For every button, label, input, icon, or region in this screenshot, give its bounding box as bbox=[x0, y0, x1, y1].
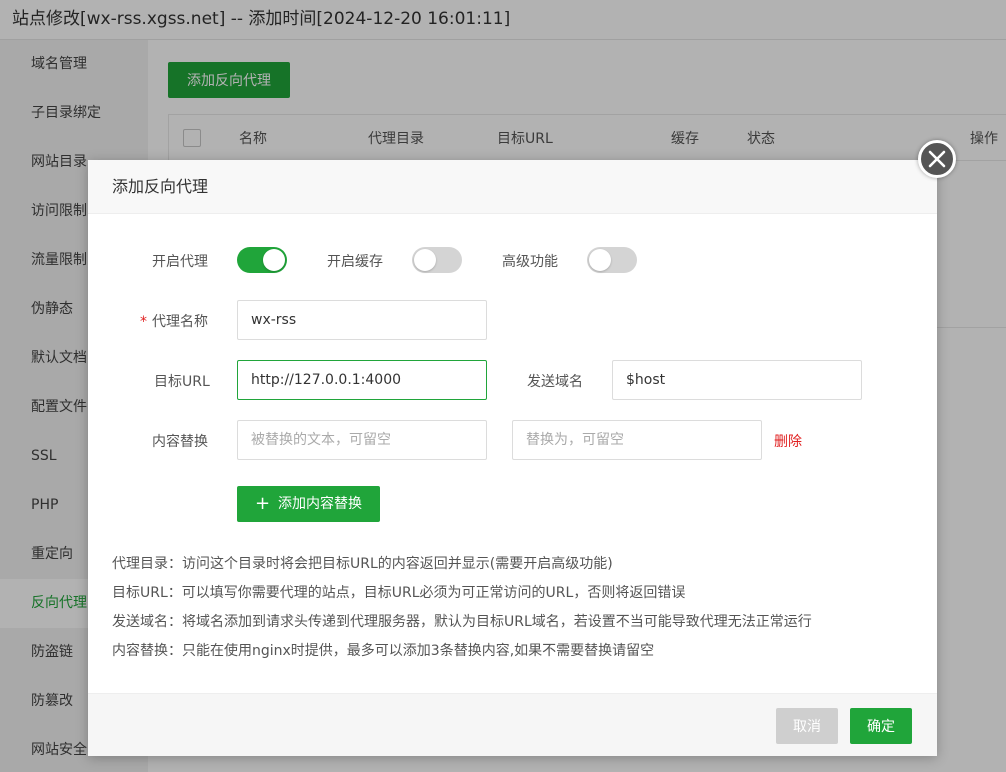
confirm-button[interactable]: 确定 bbox=[850, 708, 912, 744]
cache-toggle[interactable] bbox=[412, 247, 462, 273]
required-mark: * bbox=[140, 314, 147, 330]
cancel-button[interactable]: 取消 bbox=[776, 708, 838, 744]
close-dialog-button[interactable] bbox=[918, 140, 956, 178]
add-content-replace-label: 添加内容替换 bbox=[278, 496, 363, 512]
plus-icon: + bbox=[254, 493, 271, 514]
cache-toggle-label: 开启缓存 bbox=[327, 254, 383, 270]
target-url-label: 目标URL bbox=[154, 374, 210, 390]
app-window: 站点修改[wx-rss.xgss.net] -- 添加时间[2024-12-20… bbox=[0, 0, 1006, 772]
dialog-title: 添加反向代理 bbox=[88, 160, 937, 214]
add-reverse-proxy-dialog: 添加反向代理 开启代理 开启缓存 高级功能 * 代理名称 目标URL 发送域名 内… bbox=[88, 160, 937, 756]
help-line-send-domain: 发送域名：将域名添加到请求头传递到代理服务器，默认为目标URL域名，若设置不当可… bbox=[112, 614, 812, 630]
proxy-toggle[interactable] bbox=[237, 247, 287, 273]
send-domain-input[interactable] bbox=[612, 360, 862, 400]
proxy-name-label-text: 代理名称 bbox=[152, 314, 208, 330]
add-content-replace-button[interactable]: + 添加内容替换 bbox=[237, 486, 380, 522]
toggle-knob bbox=[414, 249, 436, 271]
help-line-target-url: 目标URL：可以填写你需要代理的站点，目标URL必须为可正常访问的URL，否则将… bbox=[112, 585, 686, 601]
proxy-name-input[interactable] bbox=[237, 300, 487, 340]
content-replace-label: 内容替换 bbox=[152, 434, 208, 450]
send-domain-label: 发送域名 bbox=[527, 374, 583, 390]
delete-replace-link[interactable]: 删除 bbox=[774, 431, 802, 451]
replace-find-input[interactable] bbox=[237, 420, 487, 460]
close-icon bbox=[928, 150, 946, 168]
toggle-knob bbox=[263, 249, 285, 271]
target-url-input[interactable] bbox=[237, 360, 487, 400]
toggle-knob bbox=[589, 249, 611, 271]
advanced-toggle[interactable] bbox=[587, 247, 637, 273]
help-text: 代理目录：访问这个目录时将会把目标URL的内容返回并显示(需要开启高级功能) 目… bbox=[112, 550, 812, 666]
proxy-name-label: * 代理名称 bbox=[140, 311, 208, 331]
advanced-toggle-label: 高级功能 bbox=[502, 254, 558, 270]
proxy-toggle-label: 开启代理 bbox=[152, 254, 208, 270]
replace-with-input[interactable] bbox=[512, 420, 762, 460]
help-line-proxy-dir: 代理目录：访问这个目录时将会把目标URL的内容返回并显示(需要开启高级功能) bbox=[112, 556, 613, 572]
dialog-footer: 取消 确定 bbox=[88, 693, 937, 756]
help-line-content-replace: 内容替换：只能在使用nginx时提供，最多可以添加3条替换内容,如果不需要替换请… bbox=[112, 643, 655, 659]
